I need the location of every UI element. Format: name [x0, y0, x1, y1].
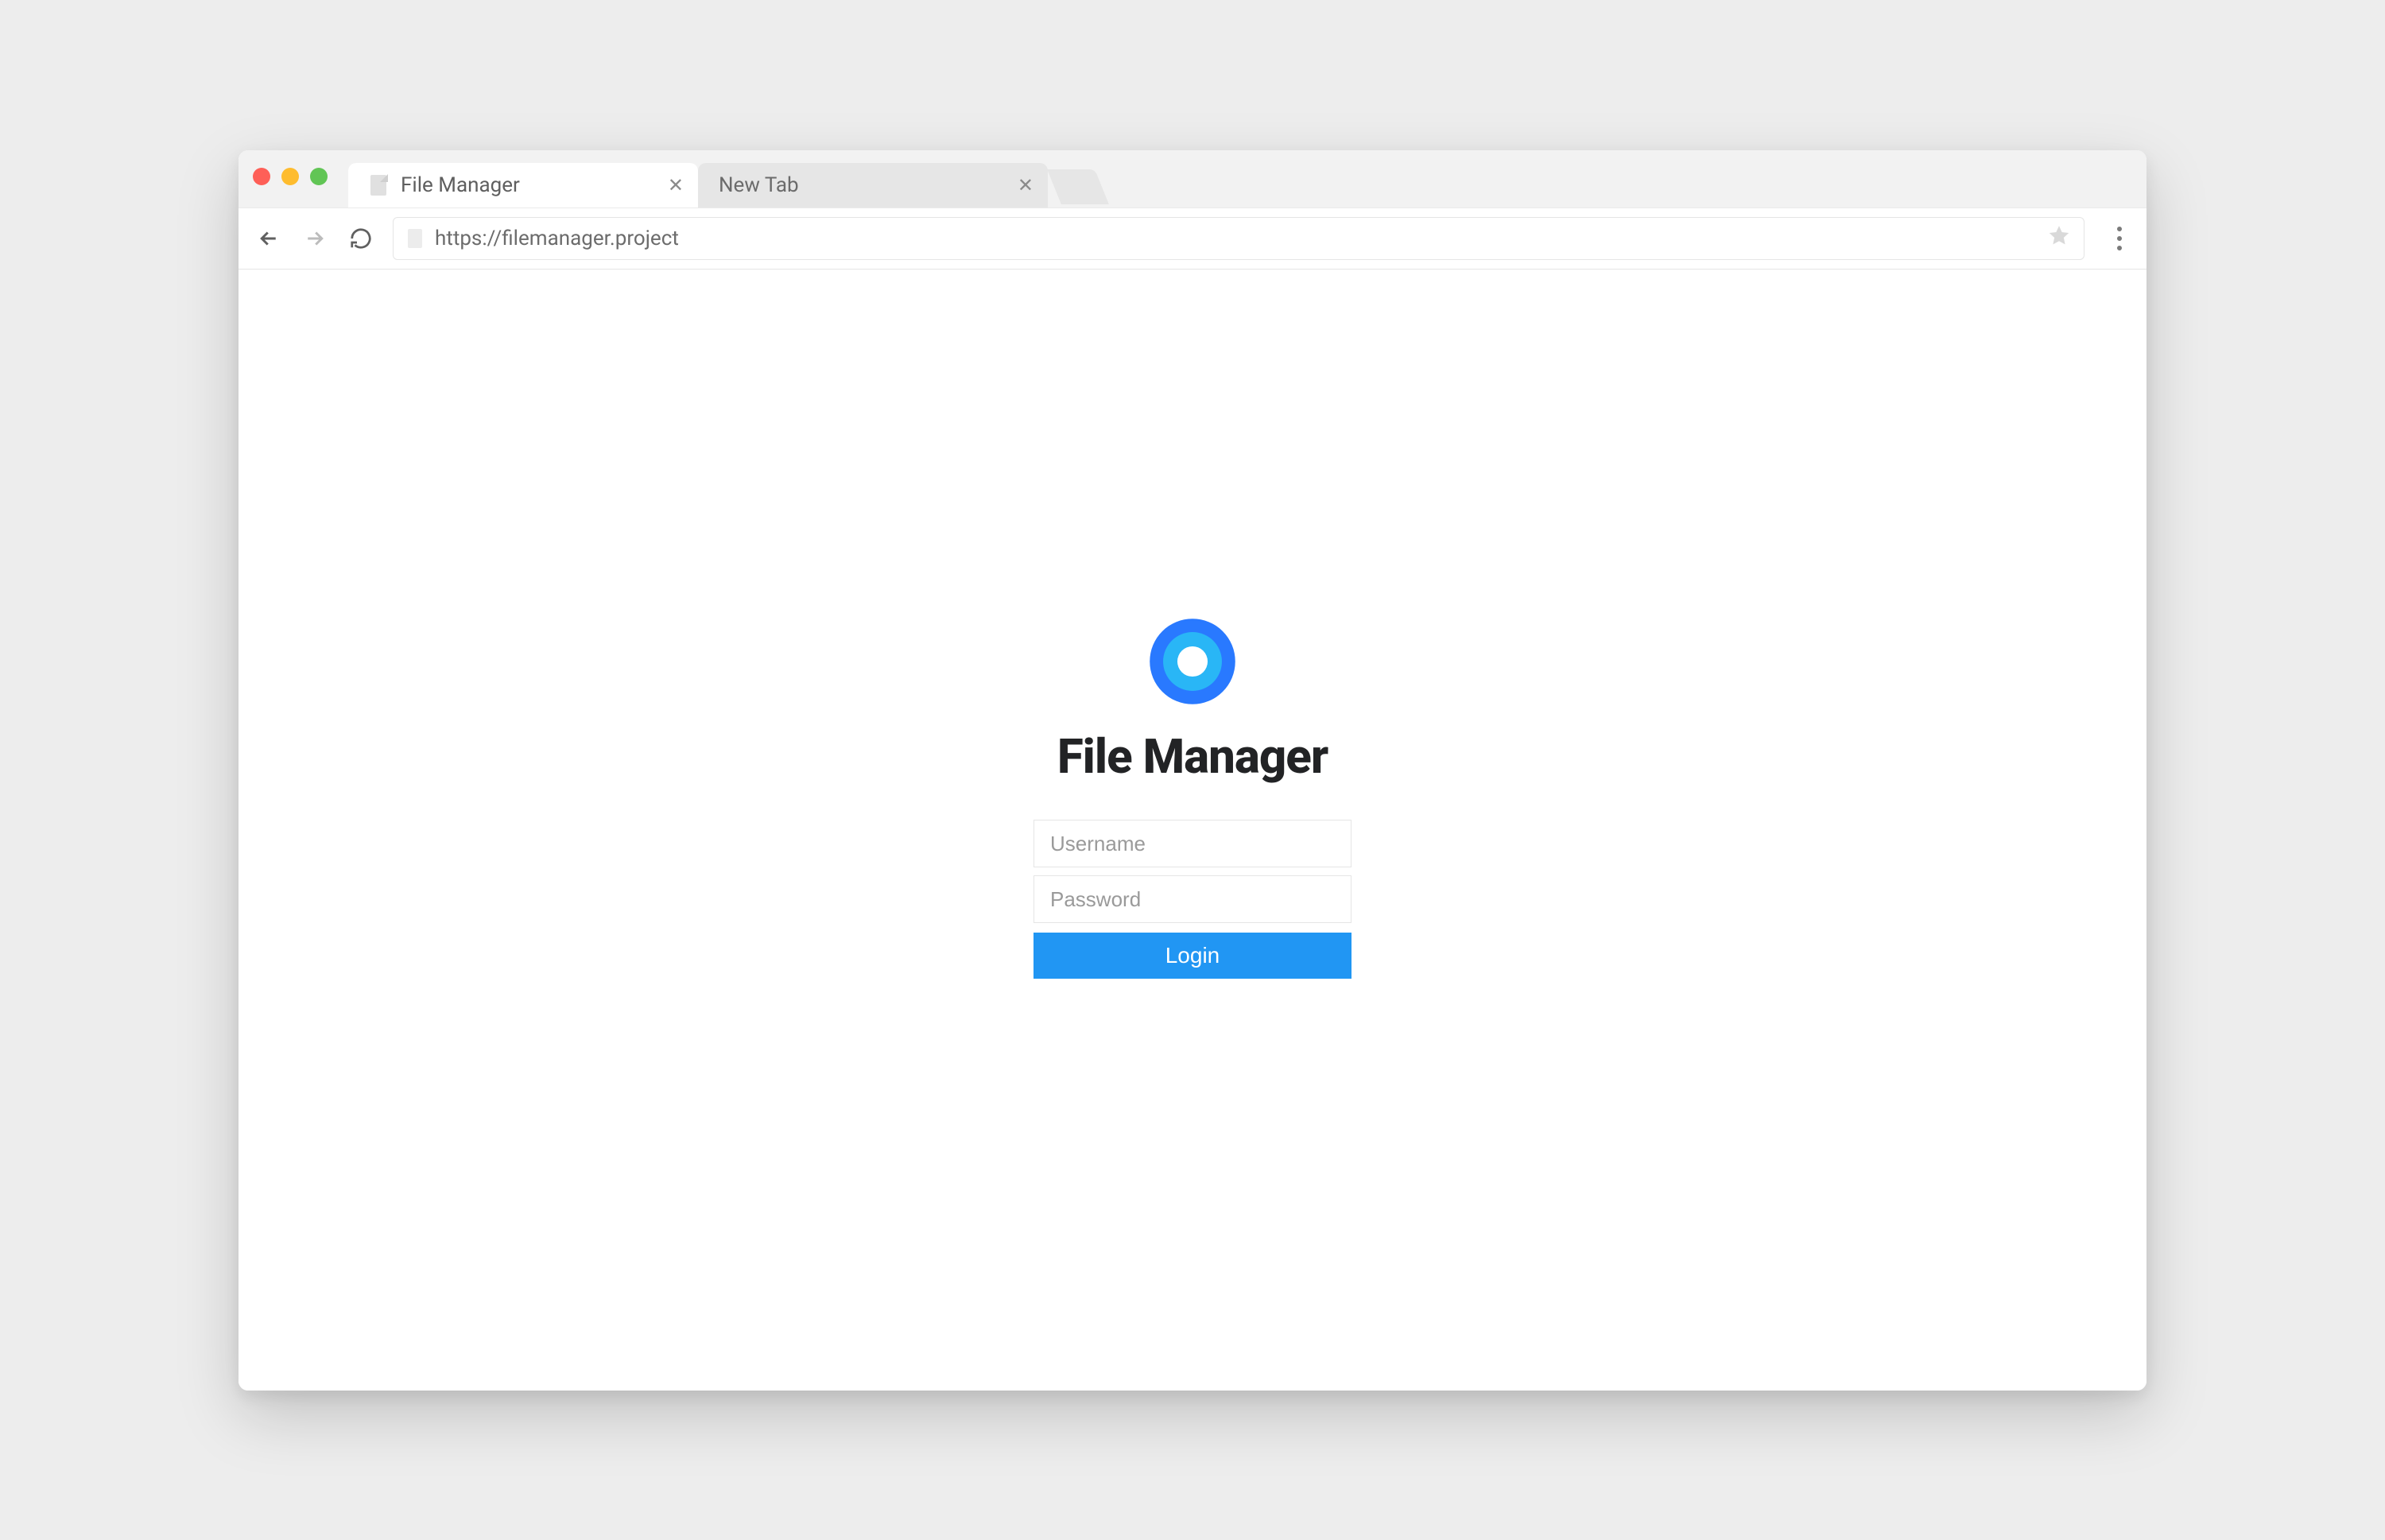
browser-menu-button[interactable]	[2108, 227, 2131, 250]
url-text: https://filemanager.project	[435, 227, 2036, 250]
dot-icon	[2117, 227, 2122, 231]
dot-icon	[2117, 236, 2122, 241]
login-button[interactable]: Login	[1034, 933, 1352, 979]
bookmark-button[interactable]	[2047, 223, 2071, 253]
star-icon	[2047, 223, 2071, 247]
app-title: File Manager	[1057, 728, 1328, 785]
login-panel: File Manager Login	[1034, 617, 1352, 979]
username-input[interactable]	[1034, 820, 1352, 867]
maximize-window-button[interactable]	[310, 168, 328, 185]
new-tab-button[interactable]	[1047, 169, 1109, 204]
arrow-right-icon	[303, 227, 327, 250]
close-window-button[interactable]	[253, 168, 270, 185]
browser-window: File Manager ✕ New Tab ✕ https://filema	[238, 150, 2146, 1391]
file-icon	[406, 227, 424, 250]
close-tab-icon[interactable]: ✕	[668, 176, 684, 195]
password-input[interactable]	[1034, 875, 1352, 923]
tab-file-manager[interactable]: File Manager ✕	[348, 163, 698, 208]
reload-icon	[349, 227, 373, 250]
reload-button[interactable]	[347, 224, 375, 253]
minimize-window-button[interactable]	[281, 168, 299, 185]
dot-icon	[2117, 246, 2122, 250]
tab-label: New Tab	[719, 173, 1005, 197]
forward-button[interactable]	[301, 224, 329, 253]
tab-label: File Manager	[401, 173, 655, 197]
arrow-left-icon	[257, 227, 281, 250]
file-icon	[369, 174, 388, 196]
browser-toolbar: https://filemanager.project	[238, 208, 2146, 270]
app-logo-icon	[1148, 617, 1237, 706]
tab-new-tab[interactable]: New Tab ✕	[698, 163, 1048, 208]
page-content: File Manager Login	[238, 270, 2146, 1391]
close-tab-icon[interactable]: ✕	[1018, 176, 1034, 195]
window-controls	[253, 168, 328, 185]
tab-strip: File Manager ✕ New Tab ✕	[238, 150, 2146, 208]
back-button[interactable]	[254, 224, 283, 253]
address-bar[interactable]: https://filemanager.project	[393, 217, 2084, 260]
